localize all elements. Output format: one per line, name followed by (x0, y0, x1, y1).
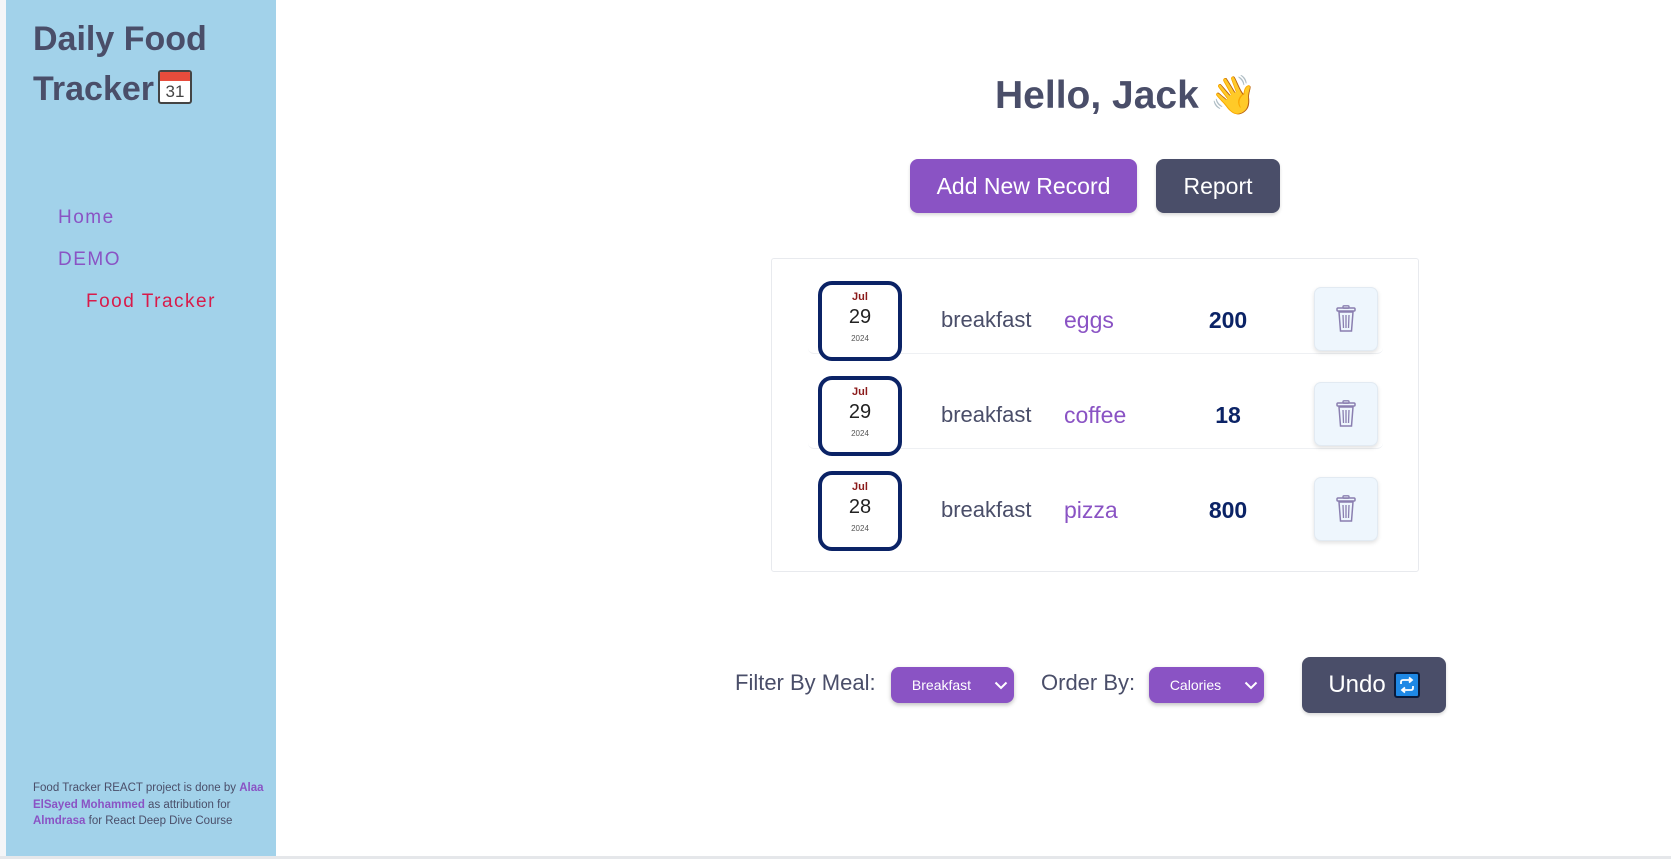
date-badge: Jul 29 2024 (818, 376, 902, 456)
meal-filter-value: Breakfast (911, 677, 972, 693)
filter-by-meal-label: Filter By Meal: (735, 670, 876, 695)
food-name: eggs (1064, 307, 1114, 333)
app-title: Daily Food Tracker 31 (33, 14, 253, 114)
order-by-select[interactable]: Calories (1149, 667, 1264, 703)
calories-value: 18 (1215, 402, 1241, 428)
calendar-icon: 31 (158, 70, 192, 104)
date-year: 2024 (851, 524, 869, 533)
date-badge: Jul 28 2024 (818, 471, 902, 551)
records-list: Jul 29 2024 breakfast eggs 200 Jul 29 20… (771, 258, 1419, 572)
date-day: 29 (848, 401, 872, 423)
food-name: coffee (1064, 402, 1127, 428)
meal-type: breakfast (941, 307, 1032, 332)
footer-text-2: as attribution for (148, 798, 231, 811)
add-new-record-button[interactable]: Add New Record (910, 159, 1137, 213)
main-content: Hello, Jack 👋 Add New Record Report Jul … (276, 0, 1671, 856)
date-day: 29 (848, 306, 872, 328)
undo-label: Undo (1328, 671, 1386, 698)
record-row: Jul 29 2024 breakfast coffee 18 (808, 354, 1383, 456)
date-year: 2024 (851, 429, 869, 438)
greeting-heading: Hello, Jack 👋 (966, 74, 1286, 118)
greeting-text: Hello, Jack (995, 74, 1199, 117)
date-day: 28 (848, 496, 872, 518)
record-row: Jul 29 2024 breakfast eggs 200 (808, 259, 1383, 361)
record-row: Jul 28 2024 breakfast pizza 800 (808, 449, 1383, 551)
date-month: Jul (852, 386, 868, 398)
app-title-line2: Tracker (33, 70, 154, 108)
waving-hand-icon: 👋 (1209, 75, 1257, 117)
meal-filter-select[interactable]: Breakfast (891, 667, 1014, 703)
delete-record-button[interactable] (1314, 287, 1378, 351)
calories-value: 800 (1208, 497, 1248, 523)
undo-button[interactable]: Undo (1302, 657, 1446, 713)
order-by-value: Calories (1169, 677, 1222, 693)
trash-icon (1336, 305, 1356, 332)
nav-link-home[interactable]: Home (58, 207, 115, 229)
nav-link-food-tracker[interactable]: Food Tracker (86, 291, 216, 313)
date-month: Jul (852, 481, 868, 493)
chevron-down-icon (988, 681, 1014, 690)
app-title-line1: Daily Food (33, 20, 207, 58)
delete-record-button[interactable] (1314, 382, 1378, 446)
sidebar-footer: Food Tracker REACT project is done by Al… (33, 780, 268, 830)
calendar-icon-day: 31 (165, 82, 185, 101)
food-name: pizza (1064, 497, 1118, 523)
meal-type: breakfast (941, 497, 1032, 522)
footer-text-3: for React Deep Dive Course (88, 815, 233, 827)
calories-value: 200 (1208, 307, 1248, 333)
date-badge: Jul 29 2024 (818, 281, 902, 361)
date-month: Jul (852, 291, 868, 303)
report-button[interactable]: Report (1156, 159, 1280, 213)
repeat-icon (1393, 672, 1420, 698)
sidebar: Daily Food Tracker 31 Home DEMO Food Trac… (6, 0, 276, 856)
date-year: 2024 (851, 334, 869, 343)
delete-record-button[interactable] (1314, 477, 1378, 541)
trash-icon (1336, 495, 1356, 522)
meal-type: breakfast (941, 402, 1032, 427)
footer-org-link[interactable]: Almdrasa (33, 815, 85, 827)
nav-link-demo[interactable]: DEMO (58, 249, 121, 271)
order-by-label: Order By: (1041, 670, 1136, 695)
footer-text-1: Food Tracker REACT project is done by (33, 782, 237, 794)
trash-icon (1336, 400, 1356, 427)
chevron-down-icon (1238, 681, 1264, 690)
